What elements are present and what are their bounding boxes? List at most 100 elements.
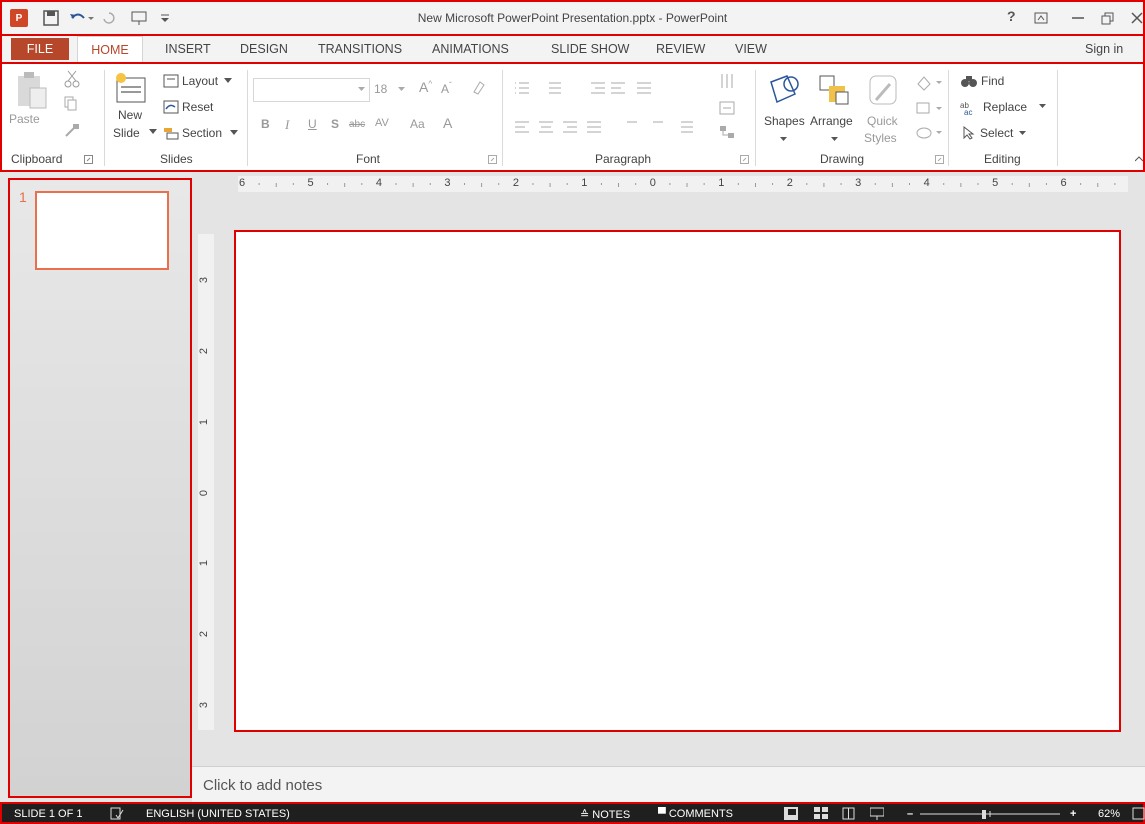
select-dropdown-icon[interactable] [1019,131,1026,136]
change-case-button[interactable]: Aa [410,117,425,131]
italic-icon[interactable]: I [285,117,289,133]
slides-group-label: Slides [160,152,193,166]
font-name-dropdown-icon[interactable] [358,87,365,92]
slide-sorter-icon[interactable] [814,807,828,820]
ribbon-display-options-icon[interactable] [1034,12,1048,24]
close-icon[interactable] [1131,12,1143,24]
select-button[interactable]: Select [980,126,1013,140]
reset-button[interactable]: Reset [182,100,213,114]
zoom-slider[interactable] [920,810,1060,820]
arrange-button[interactable]: Arrange [810,114,853,128]
convert-smartart-icon[interactable] [718,124,742,142]
arrange-dropdown-icon[interactable] [831,137,838,142]
ruler-label: 5 [992,177,999,189]
collapse-ribbon-icon[interactable] [1135,156,1143,162]
arrange-icon[interactable] [816,74,852,106]
text-direction-icon[interactable] [718,72,742,92]
tab-home[interactable]: HOME [77,36,143,62]
zoom-in-icon[interactable]: + [1070,808,1076,820]
layout-icon[interactable] [163,74,179,88]
sign-in-link[interactable]: Sign in [1085,42,1123,56]
separator [502,70,503,166]
reset-icon[interactable] [163,100,179,114]
replace-dropdown-icon[interactable] [1039,104,1046,109]
ruler-label: 1 [198,560,211,567]
notes-pane[interactable]: Click to add notes [192,766,1145,803]
reading-view-icon[interactable] [842,807,856,820]
separator [948,70,949,166]
shadow-icon[interactable]: S [331,117,339,131]
shapes-icon[interactable] [765,72,803,108]
comments-button[interactable]: ▀ COMMENTS [658,808,733,820]
layout-dropdown-icon[interactable] [224,78,232,84]
tab-review[interactable]: REVIEW [656,42,705,56]
decrease-font-size-icon[interactable]: Aˇ [441,81,452,96]
slide-thumbnail[interactable] [35,191,169,270]
ruler-label: 1 [718,177,725,189]
zoom-out-icon[interactable]: – [907,808,913,820]
new-slide-dropdown-icon[interactable] [149,129,157,135]
ruler-label: 4 [923,177,930,189]
new-slide-icon[interactable] [115,72,149,106]
replace-icon[interactable]: abac [960,100,980,116]
format-painter-icon[interactable] [64,122,80,138]
new-slide-button[interactable]: New [118,108,142,122]
section-icon[interactable] [163,126,179,140]
paste-button[interactable]: Paste [9,112,40,126]
tab-design[interactable]: DESIGN [240,42,288,56]
shape-effects-icon[interactable] [914,124,942,142]
shape-fill-icon[interactable] [914,74,942,92]
normal-view-icon[interactable] [784,807,798,820]
copy-icon[interactable] [64,96,88,112]
find-button[interactable]: Find [981,74,1004,88]
drawing-launcher-icon[interactable] [935,155,944,164]
cut-icon[interactable] [64,70,80,88]
tab-slide-show[interactable]: SLIDE SHOW [551,42,630,56]
find-icon[interactable] [960,74,978,88]
replace-button[interactable]: Replace [983,100,1027,114]
minimize-icon[interactable] [1072,16,1084,20]
font-size-dropdown-icon[interactable] [398,87,405,92]
align-text-icon[interactable] [718,100,742,118]
tab-transitions[interactable]: TRANSITIONS [318,42,402,56]
underline-icon[interactable]: U [308,117,317,131]
clear-formatting-icon[interactable] [471,80,485,96]
new-slide-button-label[interactable]: Slide [113,126,140,140]
font-launcher-icon[interactable] [488,155,497,164]
fit-slide-icon[interactable] [1132,807,1145,820]
layout-button[interactable]: Layout [182,74,218,88]
tab-view[interactable]: VIEW [735,42,767,56]
section-button[interactable]: Section [182,126,222,140]
tab-animations[interactable]: ANIMATIONS [432,42,509,56]
shapes-button[interactable]: Shapes [764,114,805,128]
section-dropdown-icon[interactable] [230,130,238,136]
editing-group-label: Editing [984,152,1021,166]
quick-styles-label[interactable]: Styles [864,131,897,145]
quick-styles-icon[interactable] [866,74,902,108]
quick-styles-button[interactable]: Quick [867,114,898,128]
font-name-combobox[interactable] [253,78,370,102]
help-icon[interactable]: ? [1007,8,1016,24]
paragraph-launcher-icon[interactable] [740,155,749,164]
shapes-dropdown-icon[interactable] [780,137,787,142]
font-size-combobox[interactable]: 18 [374,82,387,96]
notes-button[interactable]: ≙ NOTES [580,808,630,821]
shape-outline-icon[interactable] [914,100,942,118]
tab-file[interactable]: FILE [11,38,69,60]
clipboard-launcher-icon[interactable] [84,155,93,164]
zoom-level[interactable]: 62% [1098,808,1120,820]
increase-font-size-icon[interactable]: A^ [419,79,432,95]
restore-icon[interactable] [1101,12,1114,25]
paste-icon[interactable] [14,70,48,112]
character-spacing-button[interactable]: AV [375,117,389,129]
language-indicator[interactable]: ENGLISH (UNITED STATES) [146,808,290,820]
slide-counter: SLIDE 1 OF 1 [14,808,83,820]
strikethrough-button[interactable]: abc [349,119,365,130]
font-color-icon[interactable]: A [443,115,452,131]
spelling-check-icon[interactable] [110,807,124,820]
bold-icon[interactable]: B [261,117,270,131]
slide-canvas[interactable] [234,230,1121,732]
select-icon[interactable] [962,126,976,140]
tab-insert[interactable]: INSERT [165,42,211,56]
slide-show-view-icon[interactable] [870,807,884,820]
